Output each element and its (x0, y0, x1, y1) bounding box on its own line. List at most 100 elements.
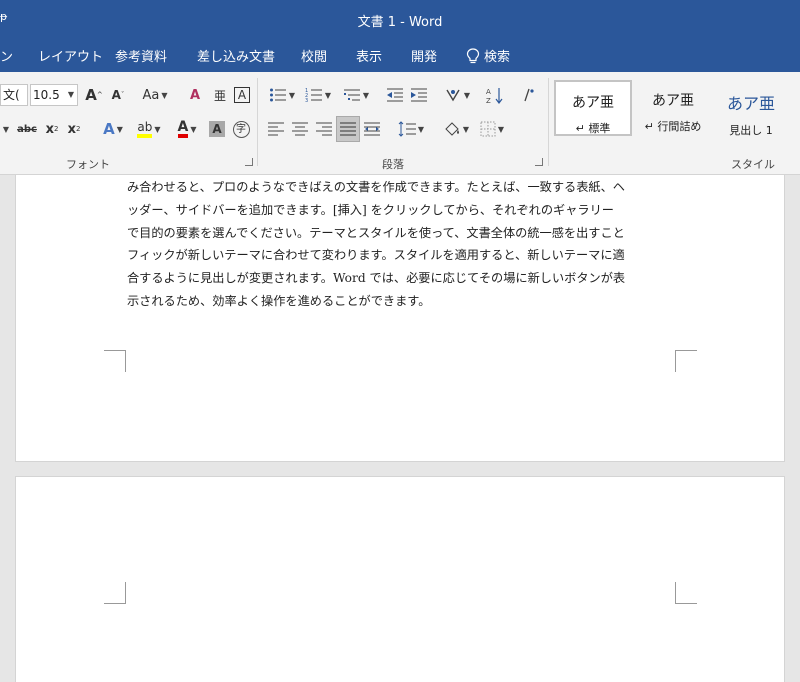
group-divider (257, 78, 258, 166)
shrink-font-button[interactable]: Aˇ (108, 84, 128, 106)
font-name-combo[interactable]: 文( (0, 84, 28, 106)
font-group-label: フォント (66, 158, 110, 171)
decrease-indent-button[interactable] (384, 84, 406, 106)
shrink-font-icon: A (111, 88, 121, 102)
change-case-icon: Aa (142, 87, 160, 103)
style-sample: あア亜 (726, 94, 775, 113)
sort-icon: AZ (486, 88, 503, 104)
style-no-spacing[interactable]: あア亜 ↵ 行間詰め (634, 80, 712, 136)
show-hide-marks-button[interactable] (520, 84, 538, 106)
asian-layout-button[interactable]: ▼ (442, 84, 472, 106)
phonetic-guide-icon: 亜 (213, 88, 226, 103)
tab-layout[interactable]: レイアウト (38, 46, 103, 65)
text-line: 合するように見出しが変更されます。Word では、必要に応じてその場に新しいボタ… (127, 271, 626, 286)
tab-developer[interactable]: 開発 (411, 46, 437, 65)
window-title: 文書 1 - Word (357, 15, 443, 30)
style-name: ↵ 行間詰め (644, 120, 702, 133)
font-dialog-launcher-icon[interactable] (245, 158, 253, 166)
superscript-button[interactable]: x2 (66, 118, 82, 140)
margin-crop-mark (675, 350, 697, 372)
enclose-characters-button[interactable]: 字 (231, 118, 251, 140)
text-effects-button[interactable]: A ▼ (98, 118, 128, 140)
style-name: 見出し 1 (729, 124, 773, 137)
strikethrough-icon: abc (17, 123, 37, 135)
margin-crop-mark (675, 582, 697, 604)
strikethrough-button[interactable]: abc (14, 118, 40, 140)
numbered-list-icon: 123 (305, 88, 322, 103)
chevron-down-icon: ▼ (67, 90, 74, 99)
numbering-button[interactable]: 123 ▼ (302, 84, 334, 106)
font-size-value: 10.5 (33, 88, 60, 102)
align-right-icon (316, 122, 332, 136)
distributed-button[interactable] (362, 118, 382, 140)
eraser-icon: A (189, 87, 201, 103)
align-left-button[interactable] (266, 118, 286, 140)
svg-text:A: A (486, 88, 491, 96)
character-shading-button[interactable]: A (208, 118, 226, 140)
search-label: 検索 (484, 50, 511, 65)
grow-font-button[interactable]: A ^ (84, 84, 104, 106)
borders-button[interactable]: ▼ (476, 118, 508, 140)
align-center-button[interactable] (290, 118, 310, 140)
lightbulb-icon (466, 47, 480, 63)
margin-crop-mark (104, 582, 126, 604)
multilevel-list-button[interactable]: ▼ (340, 84, 372, 106)
justify-button[interactable] (336, 116, 360, 142)
tab-mailings[interactable]: 差し込み文書 (197, 46, 275, 65)
font-color-button[interactable]: A ▼ (170, 118, 204, 140)
page[interactable] (15, 476, 785, 682)
document-body[interactable]: み合わせると、プロのようなできばえの文書を作成できます。たとえば、一致する表紙、… (127, 177, 677, 314)
increase-indent-icon (411, 88, 427, 102)
margin-crop-mark (104, 350, 126, 372)
character-border-button[interactable]: A (233, 84, 251, 106)
line-spacing-button[interactable]: ▼ (394, 118, 428, 140)
grow-font-icon: A (85, 86, 97, 104)
document-area[interactable]: み合わせると、プロのようなできばえの文書を作成できます。たとえば、一致する表紙、… (0, 175, 800, 682)
text-line: 示されるため、効率よく操作を進めることができます。 (127, 293, 431, 308)
paragraph-dialog-launcher-icon[interactable] (535, 158, 543, 166)
text-line: み合わせると、プロのようなできばえの文書を作成できます。たとえば、一致する表紙、… (127, 180, 625, 194)
svg-text:3: 3 (305, 98, 308, 103)
page[interactable]: み合わせると、プロのようなできばえの文書を作成できます。たとえば、一致する表紙、… (15, 175, 785, 462)
ribbon-tabs: ン レイアウト 参考資料 差し込み文書 校閲 表示 開発 検索 (0, 36, 800, 72)
increase-indent-button[interactable] (408, 84, 430, 106)
tab-review[interactable]: 校閲 (301, 46, 327, 65)
decrease-indent-icon (387, 88, 403, 102)
text-line: ッダー、サイドバーを追加できます。[挿入] をクリックしてから、それぞれのギャラ… (127, 202, 614, 217)
character-shading-icon: A (209, 121, 225, 137)
styles-group-label: スタイル (731, 158, 775, 171)
tab-view[interactable]: 表示 (356, 46, 382, 65)
phonetic-guide-button[interactable]: 亜 (210, 84, 230, 106)
change-case-button[interactable]: Aa ▼ (138, 84, 172, 106)
sort-button[interactable]: AZ (484, 84, 506, 106)
shading-button[interactable]: ▼ (440, 118, 472, 140)
tab-references[interactable]: 参考資料 (115, 46, 167, 65)
multilevel-list-icon (343, 89, 360, 101)
font-size-combo[interactable]: 10.5 ▼ (30, 84, 78, 106)
align-right-button[interactable] (314, 118, 334, 140)
bullet-list-icon (269, 88, 286, 102)
borders-icon (480, 121, 496, 137)
character-border-icon: A (234, 87, 250, 103)
style-sample: あア亜 (572, 95, 614, 111)
enclose-characters-icon: 字 (232, 120, 250, 138)
svg-text:Z: Z (486, 97, 491, 104)
title-bar: ᵽ 文書 1 - Word (0, 0, 800, 36)
style-normal[interactable]: あア亜 ↵ 標準 (554, 80, 632, 136)
highlighter-icon: ab (137, 120, 153, 138)
superscript-icon: x (67, 121, 76, 137)
bullets-button[interactable]: ▼ (266, 84, 298, 106)
text-line: で目的の要素を選んでください。テーマとスタイルを使って、文書全体の統一感を出すこ… (127, 225, 625, 240)
subscript-button[interactable]: x2 (44, 118, 60, 140)
tell-me-search[interactable]: 検索 (466, 46, 510, 65)
style-sample: あア亜 (652, 93, 694, 109)
highlight-color-button[interactable]: ab ▼ (132, 118, 166, 140)
ribbon: 文( 10.5 ▼ A ^ Aˇ Aa ▼ A 亜 A ▼ abc x2 x2 A ▼… (0, 72, 800, 175)
align-left-icon (268, 122, 284, 136)
style-heading-1[interactable]: あア亜 見出し 1 (712, 80, 790, 137)
underline-dropdown[interactable]: ▼ (0, 118, 10, 140)
tab-design-partial[interactable]: ン (0, 46, 13, 65)
group-divider (548, 78, 549, 166)
justify-icon (340, 122, 356, 136)
clear-formatting-button[interactable]: A (184, 84, 206, 106)
